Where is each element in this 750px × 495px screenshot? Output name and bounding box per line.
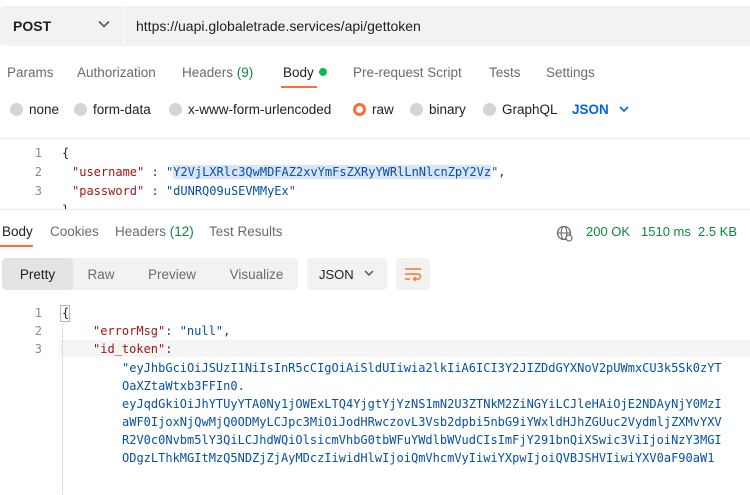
wrap-lines-icon bbox=[405, 268, 422, 281]
json-value-selected: Y2VjLXRlc3QwMDFAZ2xvYmFsZXRyYWRlLnNlcnZp… bbox=[173, 165, 492, 179]
body-format-select[interactable]: JSON bbox=[572, 102, 629, 117]
radio-form-data[interactable]: form-data bbox=[74, 102, 151, 117]
token-line: aWF0IjoxNjQwMjQ0ODMyLCJpc3MiOiJodHRwczov… bbox=[122, 415, 722, 429]
tab-cookies[interactable]: Cookies bbox=[50, 224, 99, 239]
tab-label: Body bbox=[2, 224, 33, 239]
json-key: "password" bbox=[72, 184, 145, 198]
tab-body[interactable]: Body bbox=[283, 65, 327, 80]
request-username-line: "username" : "Y2VjLXRlc3QwMDFAZ2xvYmFsZX… bbox=[72, 165, 506, 179]
tab-label: Cookies bbox=[50, 224, 99, 239]
radio-circle-icon bbox=[10, 103, 23, 116]
tab-params[interactable]: Params bbox=[7, 65, 54, 80]
response-format-label: JSON bbox=[319, 266, 354, 282]
tab-count: (12) bbox=[169, 224, 194, 239]
request-body-editor[interactable]: 1 2 3 { "username" : "Y2VjLXRlc3QwMDFAZ2… bbox=[0, 138, 750, 210]
line-number: 1 bbox=[34, 306, 42, 320]
token-line: R2V0c0Nvbm5lY3QiLCJhdWQiOlsicmVhbG0tbWFu… bbox=[122, 433, 722, 447]
json-value: "null" bbox=[179, 324, 224, 338]
view-visualize-button[interactable]: Visualize bbox=[215, 258, 298, 290]
view-raw-button[interactable]: Raw bbox=[73, 258, 129, 290]
status-code[interactable]: 200 OK bbox=[586, 224, 630, 239]
line-number: 2 bbox=[34, 324, 42, 338]
request-password-line: "password" : "dUNRQ09uSEVMMyEx" bbox=[72, 184, 296, 198]
chevron-down-icon bbox=[364, 270, 374, 277]
radio-circle-icon bbox=[483, 103, 496, 116]
body-format-label: JSON bbox=[572, 102, 609, 117]
radio-label: form-data bbox=[93, 102, 151, 117]
tab-authorization[interactable]: Authorization bbox=[77, 65, 156, 80]
tab-label: Pre-request Script bbox=[353, 65, 462, 80]
method-label: POST bbox=[13, 18, 52, 34]
tab-label: Headers bbox=[182, 65, 234, 80]
response-body-editor[interactable]: 1 2 3 { "errorMsg": "null", "id_token": … bbox=[0, 298, 750, 495]
tab-label: Tests bbox=[489, 65, 521, 80]
tab-label: Body bbox=[283, 65, 314, 80]
response-size[interactable]: 2.5 KB bbox=[698, 224, 737, 239]
radio-label: none bbox=[29, 102, 60, 117]
radio-none[interactable]: none bbox=[10, 102, 59, 117]
radio-label: x-www-form-urlencoded bbox=[188, 102, 332, 117]
tab-count: (9) bbox=[236, 65, 254, 80]
token-line: eyJqdGkiOiJhYTUyYTA0Ny1jOWExLTQ4YjgtYjYz… bbox=[122, 397, 722, 411]
active-tab-indicator bbox=[281, 86, 317, 88]
tab-label: Test Results bbox=[209, 224, 283, 239]
radio-binary[interactable]: binary bbox=[410, 102, 466, 117]
chevron-down-icon bbox=[619, 106, 629, 113]
tab-tests[interactable]: Tests bbox=[489, 65, 521, 80]
indent-guide bbox=[62, 324, 63, 495]
radio-label: GraphQL bbox=[502, 102, 558, 117]
line-number: 1 bbox=[34, 146, 42, 160]
token-line: ODgzLThkMGItMzQ5NDZjZjAyMDczIiwidHlwIjoi… bbox=[122, 451, 715, 465]
url-input[interactable]: https://uapi.globaletrade.services/api/g… bbox=[125, 6, 750, 46]
line-number: 3 bbox=[34, 342, 42, 356]
radio-x-www-form-urlencoded[interactable]: x-www-form-urlencoded bbox=[169, 102, 331, 117]
radio-raw[interactable]: raw bbox=[353, 102, 394, 117]
radio-circle-icon bbox=[74, 103, 87, 116]
body-type-radios: none form-data x-www-form-urlencoded raw… bbox=[0, 100, 750, 122]
tab-response-body[interactable]: Body bbox=[2, 224, 33, 239]
errormsg-line: "errorMsg": "null", bbox=[93, 324, 231, 338]
brace-close-partial: } bbox=[62, 203, 70, 210]
brace-open: { bbox=[62, 146, 70, 160]
tab-label: Authorization bbox=[77, 65, 156, 80]
response-format-select[interactable]: JSON bbox=[307, 258, 387, 290]
view-preview-button[interactable]: Preview bbox=[129, 258, 215, 290]
radio-label: binary bbox=[429, 102, 466, 117]
id-token-key-line: "id_token": bbox=[93, 342, 173, 356]
request-url-bar: POST https://uapi.globaletrade.services/… bbox=[0, 6, 750, 46]
tab-label: Headers bbox=[115, 224, 167, 239]
radio-circle-icon bbox=[169, 103, 182, 116]
brace-open: { bbox=[62, 306, 70, 320]
wrap-lines-button[interactable] bbox=[396, 258, 430, 290]
tab-response-headers[interactable]: Headers (12) bbox=[115, 224, 194, 239]
json-value: "dUNRQ09uSEVMMyEx" bbox=[165, 184, 296, 198]
globe-network-icon[interactable] bbox=[556, 225, 574, 242]
tab-label: Settings bbox=[546, 65, 595, 80]
tab-test-results[interactable]: Test Results bbox=[209, 224, 283, 239]
modified-dot-icon bbox=[318, 68, 327, 76]
radio-graphql[interactable]: GraphQL bbox=[483, 102, 558, 117]
json-key: "username" bbox=[72, 165, 145, 179]
response-view-modes: Pretty Raw Preview Visualize bbox=[2, 258, 298, 290]
radio-circle-icon bbox=[410, 103, 423, 116]
tab-headers[interactable]: Headers (9) bbox=[182, 65, 253, 80]
tab-pre-request-script[interactable]: Pre-request Script bbox=[353, 65, 462, 80]
token-line: OaXZtaWtxb3FFIn0. bbox=[122, 379, 245, 393]
json-key: "id_token" bbox=[93, 342, 166, 356]
line-number: 3 bbox=[34, 184, 42, 198]
url-text: https://uapi.globaletrade.services/api/g… bbox=[136, 18, 421, 34]
line-number: 2 bbox=[34, 165, 42, 179]
json-key: "errorMsg" bbox=[93, 324, 166, 338]
tab-label: Params bbox=[7, 65, 54, 80]
chevron-down-icon bbox=[98, 20, 110, 28]
view-pretty-button[interactable]: Pretty bbox=[2, 258, 73, 290]
token-line: "eyJhbGciOiJSUzI1NiIsInR5cCIgOiAiSldUIiw… bbox=[122, 361, 722, 375]
radio-selected-icon bbox=[353, 103, 366, 116]
active-response-tab-indicator bbox=[0, 245, 33, 247]
response-time[interactable]: 1510 ms bbox=[641, 224, 691, 239]
method-select[interactable]: POST bbox=[0, 6, 125, 46]
radio-label: raw bbox=[372, 102, 394, 117]
response-tabs: Body Cookies Headers (12) Test Results 2… bbox=[0, 222, 750, 244]
tab-settings[interactable]: Settings bbox=[546, 65, 595, 80]
